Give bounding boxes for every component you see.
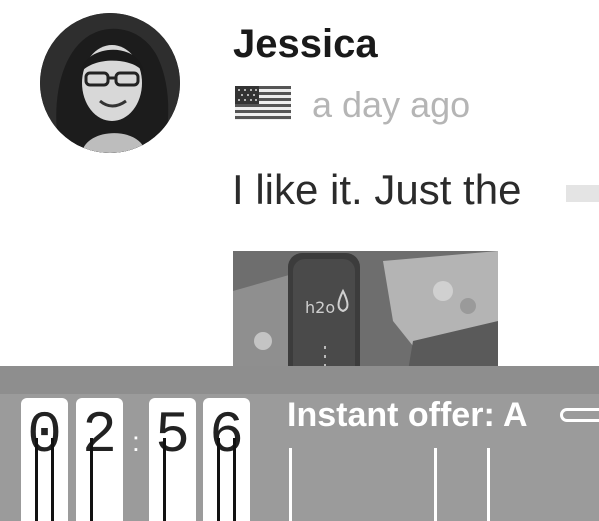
text-fade-overlay [566, 185, 599, 202]
avatar-photo [40, 13, 180, 153]
divider-line [289, 448, 292, 521]
timer-digit: 0 [21, 398, 68, 521]
instant-offer-text[interactable]: Instant offer: A [287, 396, 528, 435]
offer-arrow-icon [560, 408, 599, 422]
divider-line [487, 448, 490, 521]
reviewer-name: Jessica [233, 22, 378, 66]
review-timestamp: a day ago [312, 84, 471, 125]
us-flag-icon [235, 86, 291, 120]
review-text[interactable]: I like it. Just the [232, 166, 521, 214]
timer-digit: 5 [149, 398, 196, 521]
svg-text:h2o: h2o [305, 298, 335, 317]
banner-top-band [0, 366, 599, 394]
timer-digit: 2 [76, 398, 123, 521]
divider-line [434, 448, 437, 521]
timer-digit: 6 [203, 398, 250, 521]
reviewer-avatar[interactable] [40, 13, 180, 153]
timer-separator: : [132, 426, 140, 457]
